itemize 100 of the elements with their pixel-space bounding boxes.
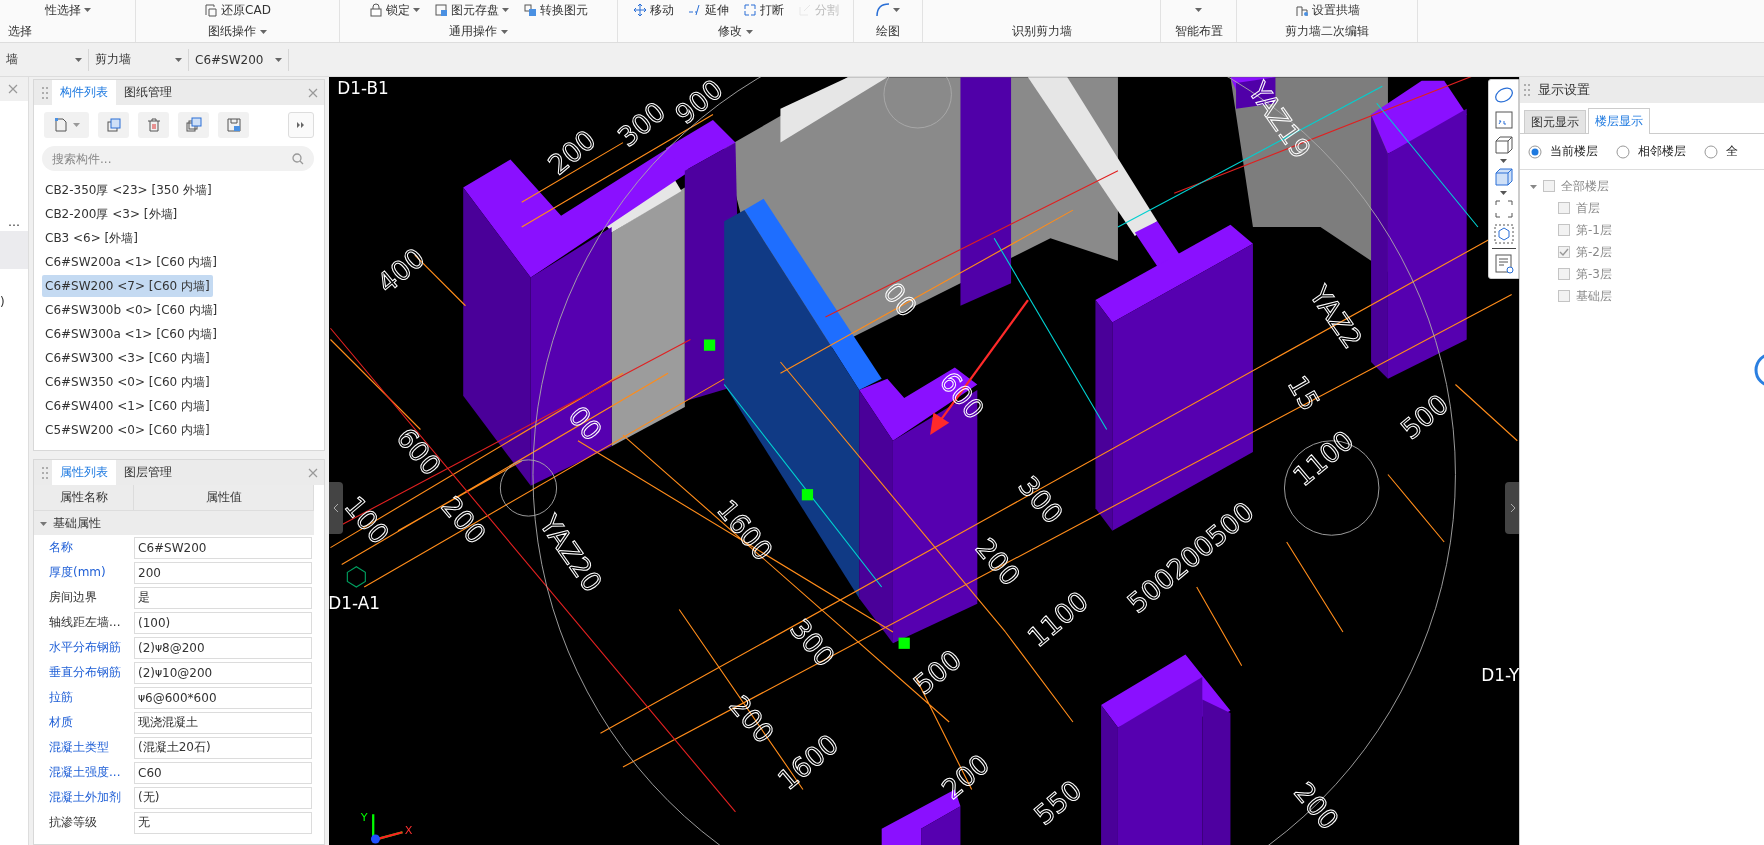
property-name: 垂直分布钢筋 (48, 664, 122, 681)
list-item[interactable]: CB3 <6> [外墙] (42, 227, 141, 249)
tree-item[interactable]: 首层 (1576, 199, 1600, 217)
toolbar-button[interactable] (98, 112, 129, 138)
group-menu-label[interactable]: 修改 (718, 23, 753, 40)
tree-item[interactable]: 基础层 (1576, 287, 1612, 305)
caret-icon (175, 57, 182, 62)
tab[interactable]: 图纸管理 (116, 80, 180, 105)
cube-focus-icon (1492, 223, 1515, 245)
property-value-field[interactable]: 是 (134, 586, 312, 609)
view-button[interactable] (1492, 223, 1515, 245)
group-label: 选择 (8, 23, 32, 40)
search-icon (292, 153, 304, 165)
caret-icon (1500, 159, 1507, 163)
group-label: 绘图 (876, 23, 900, 40)
list-item[interactable]: C5#SW200 <0> [C60 内墙] (42, 419, 213, 441)
grip-point[interactable] (703, 339, 716, 351)
toolbar-button[interactable] (218, 112, 249, 138)
toolbar-button[interactable]: 打断 (742, 1, 784, 19)
chevron-left-icon (333, 504, 339, 512)
toolbar-button[interactable]: 转换图元 (523, 1, 588, 19)
tree-item[interactable]: 第-3层 (1576, 265, 1612, 283)
drag-handle-icon (1524, 84, 1530, 96)
group-label: 剪力墙二次编辑 (1285, 23, 1369, 40)
collapse-handle[interactable] (1505, 482, 1519, 534)
copy-icon (105, 117, 122, 133)
toolbar-button[interactable]: 图元存盘 (434, 1, 509, 19)
property-name: 抗渗等级 (48, 814, 98, 831)
axis-label: Y (360, 811, 368, 824)
tab[interactable]: 图元显示 (1524, 110, 1586, 133)
group-menu-label[interactable]: 图纸操作 (208, 23, 267, 40)
more-button[interactable] (288, 112, 314, 138)
checkbox[interactable] (1558, 290, 1570, 302)
2d-view-icon (1492, 109, 1515, 131)
drag-handle-icon (42, 466, 48, 479)
extend-icon (687, 3, 702, 17)
property-name: 房间边界 (48, 589, 98, 606)
checkbox-checked[interactable] (1558, 246, 1570, 258)
grip-point[interactable] (801, 489, 814, 501)
list-item[interactable]: CB2-200厚 <3> [外墙] (42, 203, 181, 225)
list-item[interactable]: CB2-350厚 <23> [350 外墙] (42, 179, 215, 201)
toolbar-button[interactable]: 锁定 (369, 1, 420, 19)
toolbar-button[interactable]: 移动 (632, 1, 674, 19)
tab[interactable]: 图层管理 (116, 460, 180, 485)
list-view-icon (1492, 252, 1515, 274)
view-button[interactable] (1492, 134, 1515, 156)
list-item[interactable]: C6#SW400 <1> [C60 内墙] (42, 395, 213, 417)
checkbox[interactable] (1543, 180, 1555, 192)
radio-button[interactable]: 全 (1704, 143, 1738, 160)
tab[interactable]: 楼层显示 (1588, 108, 1650, 134)
collapse-handle[interactable] (329, 482, 343, 534)
property-value-field[interactable]: (无) (134, 786, 312, 809)
toolbar-button[interactable]: 还原CAD (204, 1, 271, 19)
property-value-field[interactable]: C60 (134, 761, 312, 784)
view-button[interactable] (1492, 252, 1515, 274)
checkbox[interactable] (1558, 268, 1570, 280)
toolbar-button[interactable]: 设置拱墙 (1294, 1, 1360, 19)
dimension-label: 550 (1028, 774, 1088, 831)
toolbar-button[interactable] (138, 112, 169, 138)
group-menu-label[interactable]: 通用操作 (449, 23, 508, 40)
property-value-field[interactable]: 无 (134, 811, 312, 834)
dropdown-button[interactable] (876, 3, 900, 17)
radio-button[interactable]: 相邻楼层 (1616, 143, 1686, 160)
property-name: 厚度(mm) (48, 564, 107, 581)
tab[interactable]: 构件列表 (52, 80, 116, 105)
property-value-field[interactable]: 200 (134, 561, 312, 584)
list-item[interactable]: C6#SW350 <0> [C60 内墙] (42, 371, 213, 393)
toolbar-button[interactable] (44, 112, 89, 138)
search-field[interactable]: 搜索构件... (42, 146, 314, 171)
property-value-field[interactable]: (2)ᴪ8@200 (134, 636, 312, 659)
radio-button[interactable]: 当前楼层 (1528, 143, 1598, 160)
property-value-field[interactable]: (混凝土20石) (134, 736, 312, 759)
tree-item[interactable]: 第-2层 (1576, 243, 1612, 261)
list-item[interactable]: C6#SW200 <7> [C60 内墙] (42, 275, 213, 297)
tree-item[interactable]: 全部楼层 (1561, 177, 1609, 195)
layers-copy-icon (185, 117, 202, 133)
checkbox[interactable] (1558, 202, 1570, 214)
restore-icon (204, 3, 219, 17)
property-value-field[interactable]: (2)ᴪ10@200 (134, 661, 312, 684)
caret-icon (1500, 191, 1507, 195)
property-name: 材质 (48, 714, 74, 731)
property-value-field[interactable]: C6#SW200 (134, 536, 312, 559)
property-value-field[interactable]: (100) (134, 611, 312, 634)
toolbar-button[interactable]: 性选择 (44, 1, 91, 19)
list-item[interactable]: C6#SW300 <3> [C60 内墙] (42, 347, 213, 369)
property-value-field[interactable]: 现浇混凝土 (134, 711, 312, 734)
list-item[interactable]: C6#SW300a <1> [C60 内墙] (42, 323, 220, 345)
property-name: 名称 (48, 539, 74, 556)
property-value-field[interactable]: ᴪ6@600*600 (134, 686, 312, 709)
view-button[interactable] (1492, 166, 1515, 188)
caret-icon (73, 123, 80, 127)
toolbar-button[interactable]: 延伸 (687, 1, 729, 19)
list-item[interactable]: C6#SW300b <0> [C60 内墙] (42, 299, 221, 321)
checkbox[interactable] (1558, 224, 1570, 236)
dropdown-button[interactable] (1195, 8, 1202, 12)
tab[interactable]: 属性列表 (52, 460, 116, 485)
list-item[interactable]: C6#SW200a <1> [C60 内墙] (42, 251, 220, 273)
toolbar-button[interactable] (178, 112, 209, 138)
grip-point[interactable] (898, 637, 910, 649)
tree-item[interactable]: 第-1层 (1576, 221, 1612, 239)
